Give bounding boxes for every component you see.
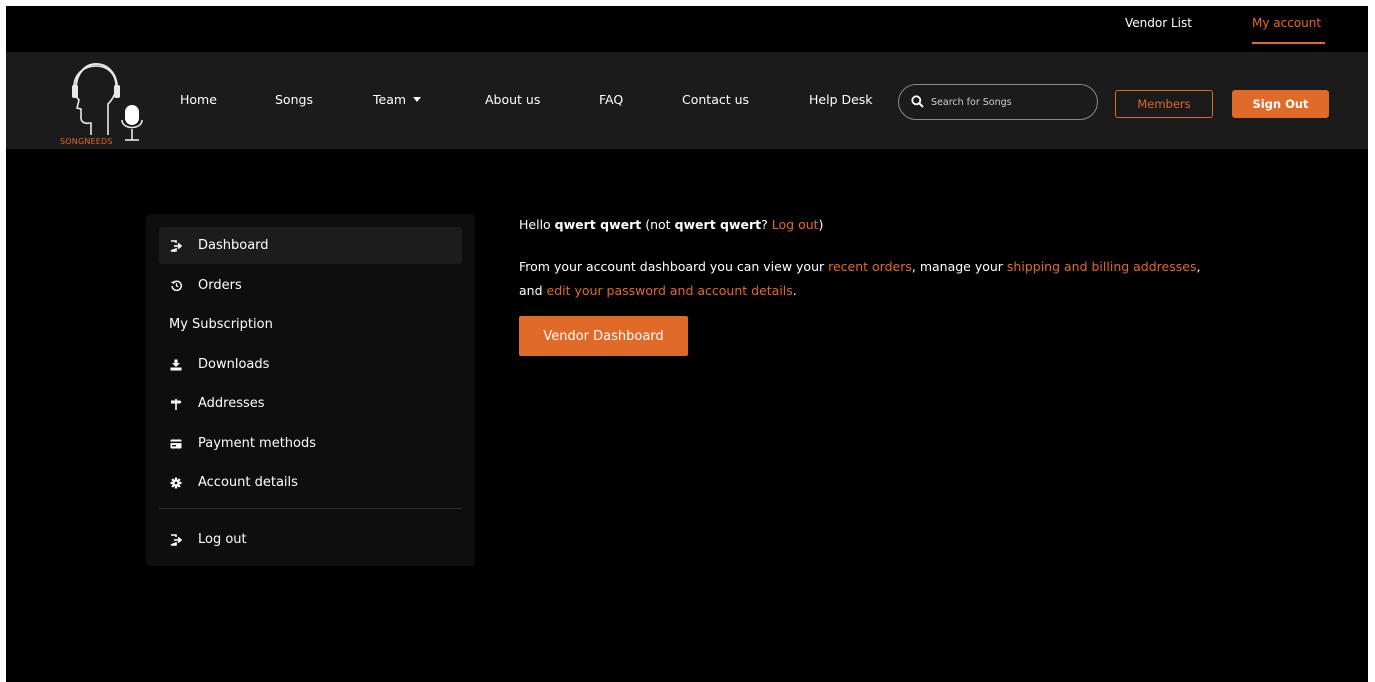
sidebar-divider [159,508,462,509]
download-icon [169,358,183,372]
sidebar-item-orders[interactable]: Orders [159,267,462,304]
shipping-billing-link[interactable]: shipping and billing addresses [1007,259,1197,274]
songneeds-logo[interactable] [58,60,148,146]
sidebar-item-payment-methods[interactable]: Payment methods [159,425,462,462]
nav-songs[interactable]: Songs [275,92,313,107]
logo-text: SONGNEEDS [60,137,113,146]
desc-text-4: . [792,283,797,298]
greeting-prefix: Hello [519,217,555,232]
recent-orders-link[interactable]: recent orders [828,259,912,274]
nav-faq[interactable]: FAQ [599,92,623,107]
nav-team-label: Team [373,92,407,107]
username-alt: qwert qwert [674,217,762,232]
sidebar-item-label: Downloads [198,357,270,372]
caret-down-icon [413,97,422,102]
nav-help-desk[interactable]: Help Desk [809,92,873,107]
sidebar-item-account-details[interactable]: Account details [159,464,462,501]
sign-out-button[interactable]: Sign Out [1232,90,1329,118]
desc-text-2: , manage your [911,259,1007,274]
sidebar-item-dashboard[interactable]: Dashboard [159,227,462,264]
sign-out-icon [169,533,183,547]
nav-home[interactable]: Home [180,92,217,107]
account-content: Hello qwert qwert (not qwert qwert? Log … [519,214,1279,356]
vendor-dashboard-button[interactable]: Vendor Dashboard [519,316,688,356]
nav-contact[interactable]: Contact us [682,92,749,107]
history-icon [169,279,183,293]
sidebar-item-label: Account details [198,475,298,490]
sidebar-item-my-subscription[interactable]: My Subscription [159,306,462,343]
sidebar-item-addresses[interactable]: Addresses [159,385,462,422]
my-account-link[interactable]: My account [1252,16,1326,44]
search-input[interactable] [931,93,1081,111]
gear-icon [169,476,183,490]
vendor-list-link[interactable]: Vendor List [1125,16,1192,30]
members-button[interactable]: Members [1115,90,1213,118]
account-details-link[interactable]: edit your password and account details [547,283,793,298]
search-icon [911,95,924,108]
sidebar-item-downloads[interactable]: Downloads [159,346,462,383]
page: Vendor List My account SONGNEEDS Home So… [6,6,1368,682]
main-header: SONGNEEDS Home Songs Team About us FAQ C… [6,52,1368,149]
sidebar-item-label: Addresses [198,396,265,411]
top-bar: Vendor List My account [6,6,1368,52]
sidebar-item-log-out[interactable]: Log out [159,521,462,558]
greeting-not: (not [641,217,675,232]
sidebar-item-label: Dashboard [198,238,269,253]
sidebar-item-label: Payment methods [198,436,317,451]
sign-in-icon [169,239,183,253]
nav-team[interactable]: Team [373,92,422,107]
account-navigation: Dashboard Orders My Subscription Downloa… [146,214,475,566]
nav-about[interactable]: About us [485,92,540,107]
greeting-question: ? [761,217,772,232]
sidebar-item-label: Log out [198,532,247,547]
credit-card-icon [169,437,183,451]
greeting-close: ) [818,217,824,232]
sidebar-item-label: My Subscription [169,317,273,332]
desc-text-1: From your account dashboard you can view… [519,259,829,274]
greeting: Hello qwert qwert (not qwert qwert? Log … [519,214,1279,236]
logout-link[interactable]: Log out [772,217,819,232]
search-box[interactable] [898,84,1098,120]
dashboard-description: From your account dashboard you can view… [519,255,1219,303]
sidebar-item-label: Orders [198,278,242,293]
signpost-icon [169,397,183,411]
username: qwert qwert [554,217,642,232]
